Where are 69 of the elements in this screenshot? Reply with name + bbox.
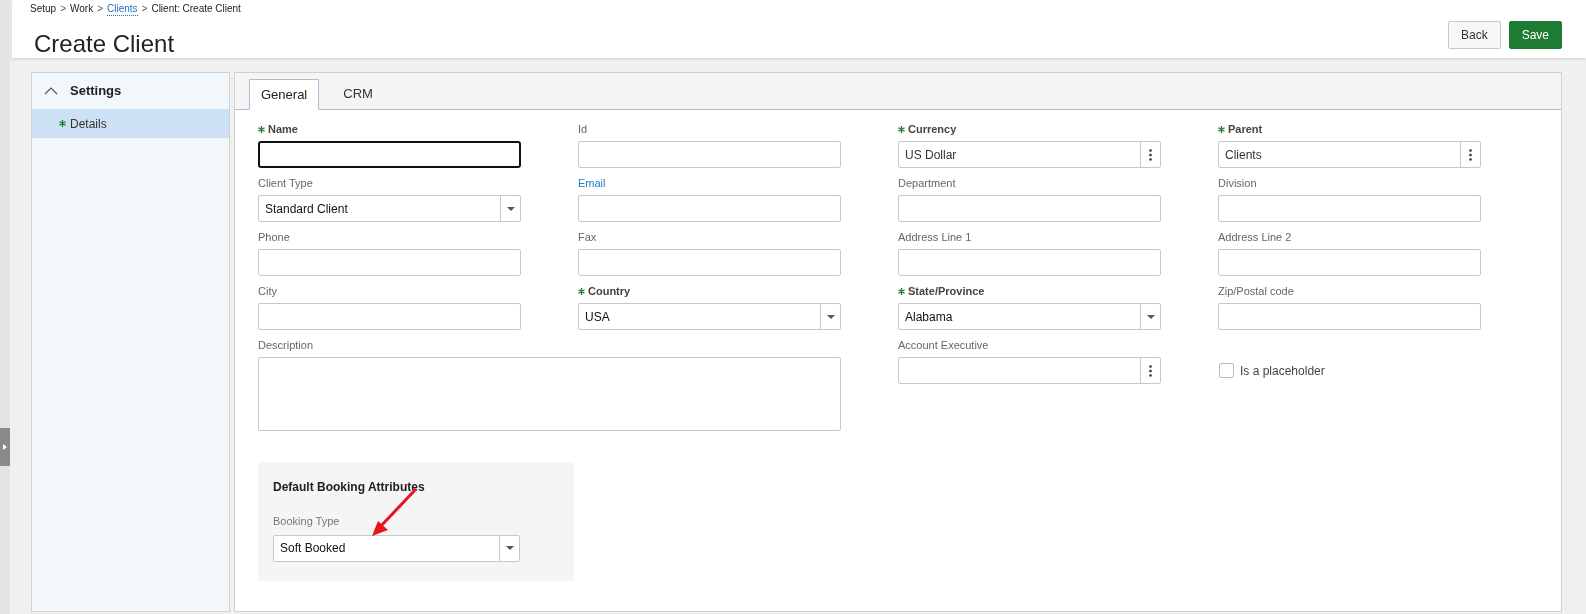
tab[interactable]: General bbox=[249, 79, 320, 110]
side-panel-handle[interactable] bbox=[0, 428, 10, 466]
section-title: Default Booking Attributes bbox=[273, 479, 426, 496]
required-asterisk-icon bbox=[258, 125, 265, 133]
description-field[interactable] bbox=[258, 357, 841, 431]
lookup-field[interactable] bbox=[898, 357, 1161, 384]
field-label: State/Province bbox=[908, 283, 985, 299]
field-value: USA bbox=[585, 308, 610, 326]
required-asterisk-icon bbox=[578, 287, 585, 295]
chevron-up-icon bbox=[44, 87, 58, 95]
field-label: Division bbox=[1218, 175, 1257, 191]
breadcrumb-separator: > bbox=[60, 3, 66, 16]
dropdown-field[interactable]: USA bbox=[578, 303, 841, 330]
breadcrumb-item: Work bbox=[70, 3, 94, 16]
breadcrumb-separator: > bbox=[97, 3, 103, 16]
checkbox-label: Is a placeholder bbox=[1240, 362, 1325, 380]
field-label: Zip/Postal code bbox=[1218, 283, 1294, 299]
field-label: Description bbox=[258, 337, 314, 353]
field-label: Address Line 1 bbox=[898, 229, 972, 245]
dropdown-field[interactable]: Standard Client bbox=[258, 195, 521, 222]
caret-down-icon bbox=[506, 206, 515, 211]
caret-right-icon bbox=[3, 444, 7, 450]
sidebar-group[interactable]: Settings bbox=[32, 73, 229, 109]
caret-down-icon bbox=[505, 546, 514, 550]
dropdown-field[interactable]: Soft Booked bbox=[273, 534, 520, 562]
more-vertical-icon bbox=[1149, 148, 1152, 161]
required-asterisk-icon bbox=[898, 125, 905, 133]
required-asterisk-icon bbox=[59, 120, 66, 127]
breadcrumb-item: Client: Create Client bbox=[151, 3, 241, 16]
field-label: Department bbox=[898, 175, 956, 191]
text-field[interactable] bbox=[258, 141, 521, 168]
field-label: Account Executive bbox=[898, 337, 989, 353]
field-label: Phone bbox=[258, 229, 290, 245]
more-vertical-icon bbox=[1149, 364, 1152, 377]
field-label: Id bbox=[578, 121, 588, 137]
dropdown-field[interactable]: Alabama bbox=[898, 303, 1161, 330]
field-label: City bbox=[258, 283, 277, 299]
field-value: US Dollar bbox=[905, 146, 957, 164]
lookup-field[interactable]: Clients bbox=[1218, 141, 1481, 168]
required-asterisk-icon bbox=[1218, 125, 1225, 133]
breadcrumb-item: Setup bbox=[30, 3, 57, 16]
field-label: Fax bbox=[578, 229, 597, 245]
field-label: Booking Type bbox=[273, 514, 341, 529]
field-label: Client Type bbox=[258, 175, 313, 191]
caret-down-icon bbox=[826, 314, 835, 319]
sidebar-item-label: Details bbox=[70, 115, 107, 133]
tab[interactable]: CRM bbox=[321, 78, 395, 109]
lookup-field[interactable]: US Dollar bbox=[898, 141, 1161, 168]
field-label: Parent bbox=[1228, 121, 1263, 137]
breadcrumb-separator: > bbox=[141, 3, 148, 16]
breadcrumb-link[interactable]: Clients bbox=[107, 3, 138, 16]
back-button[interactable]: Back bbox=[1447, 21, 1501, 49]
save-button[interactable]: Save bbox=[1508, 21, 1562, 49]
field-label: Currency bbox=[908, 121, 957, 137]
required-asterisk-icon bbox=[898, 287, 905, 295]
sidebar-group-label: Settings bbox=[70, 82, 122, 101]
field-value: Standard Client bbox=[265, 200, 348, 218]
caret-down-icon bbox=[1146, 314, 1155, 319]
field-value: Clients bbox=[1225, 146, 1262, 164]
checkbox[interactable] bbox=[1219, 363, 1234, 378]
field-value: Soft Booked bbox=[280, 540, 346, 557]
page-title: Create Client bbox=[34, 29, 176, 59]
field-label-link[interactable]: Email bbox=[578, 174, 606, 192]
more-vertical-icon bbox=[1469, 148, 1472, 161]
field-label: Name bbox=[268, 121, 298, 137]
field-value: Alabama bbox=[905, 308, 953, 326]
sidebar-item[interactable]: Details bbox=[32, 109, 229, 138]
field-label: Country bbox=[588, 283, 631, 299]
field-label: Address Line 2 bbox=[1218, 229, 1292, 245]
